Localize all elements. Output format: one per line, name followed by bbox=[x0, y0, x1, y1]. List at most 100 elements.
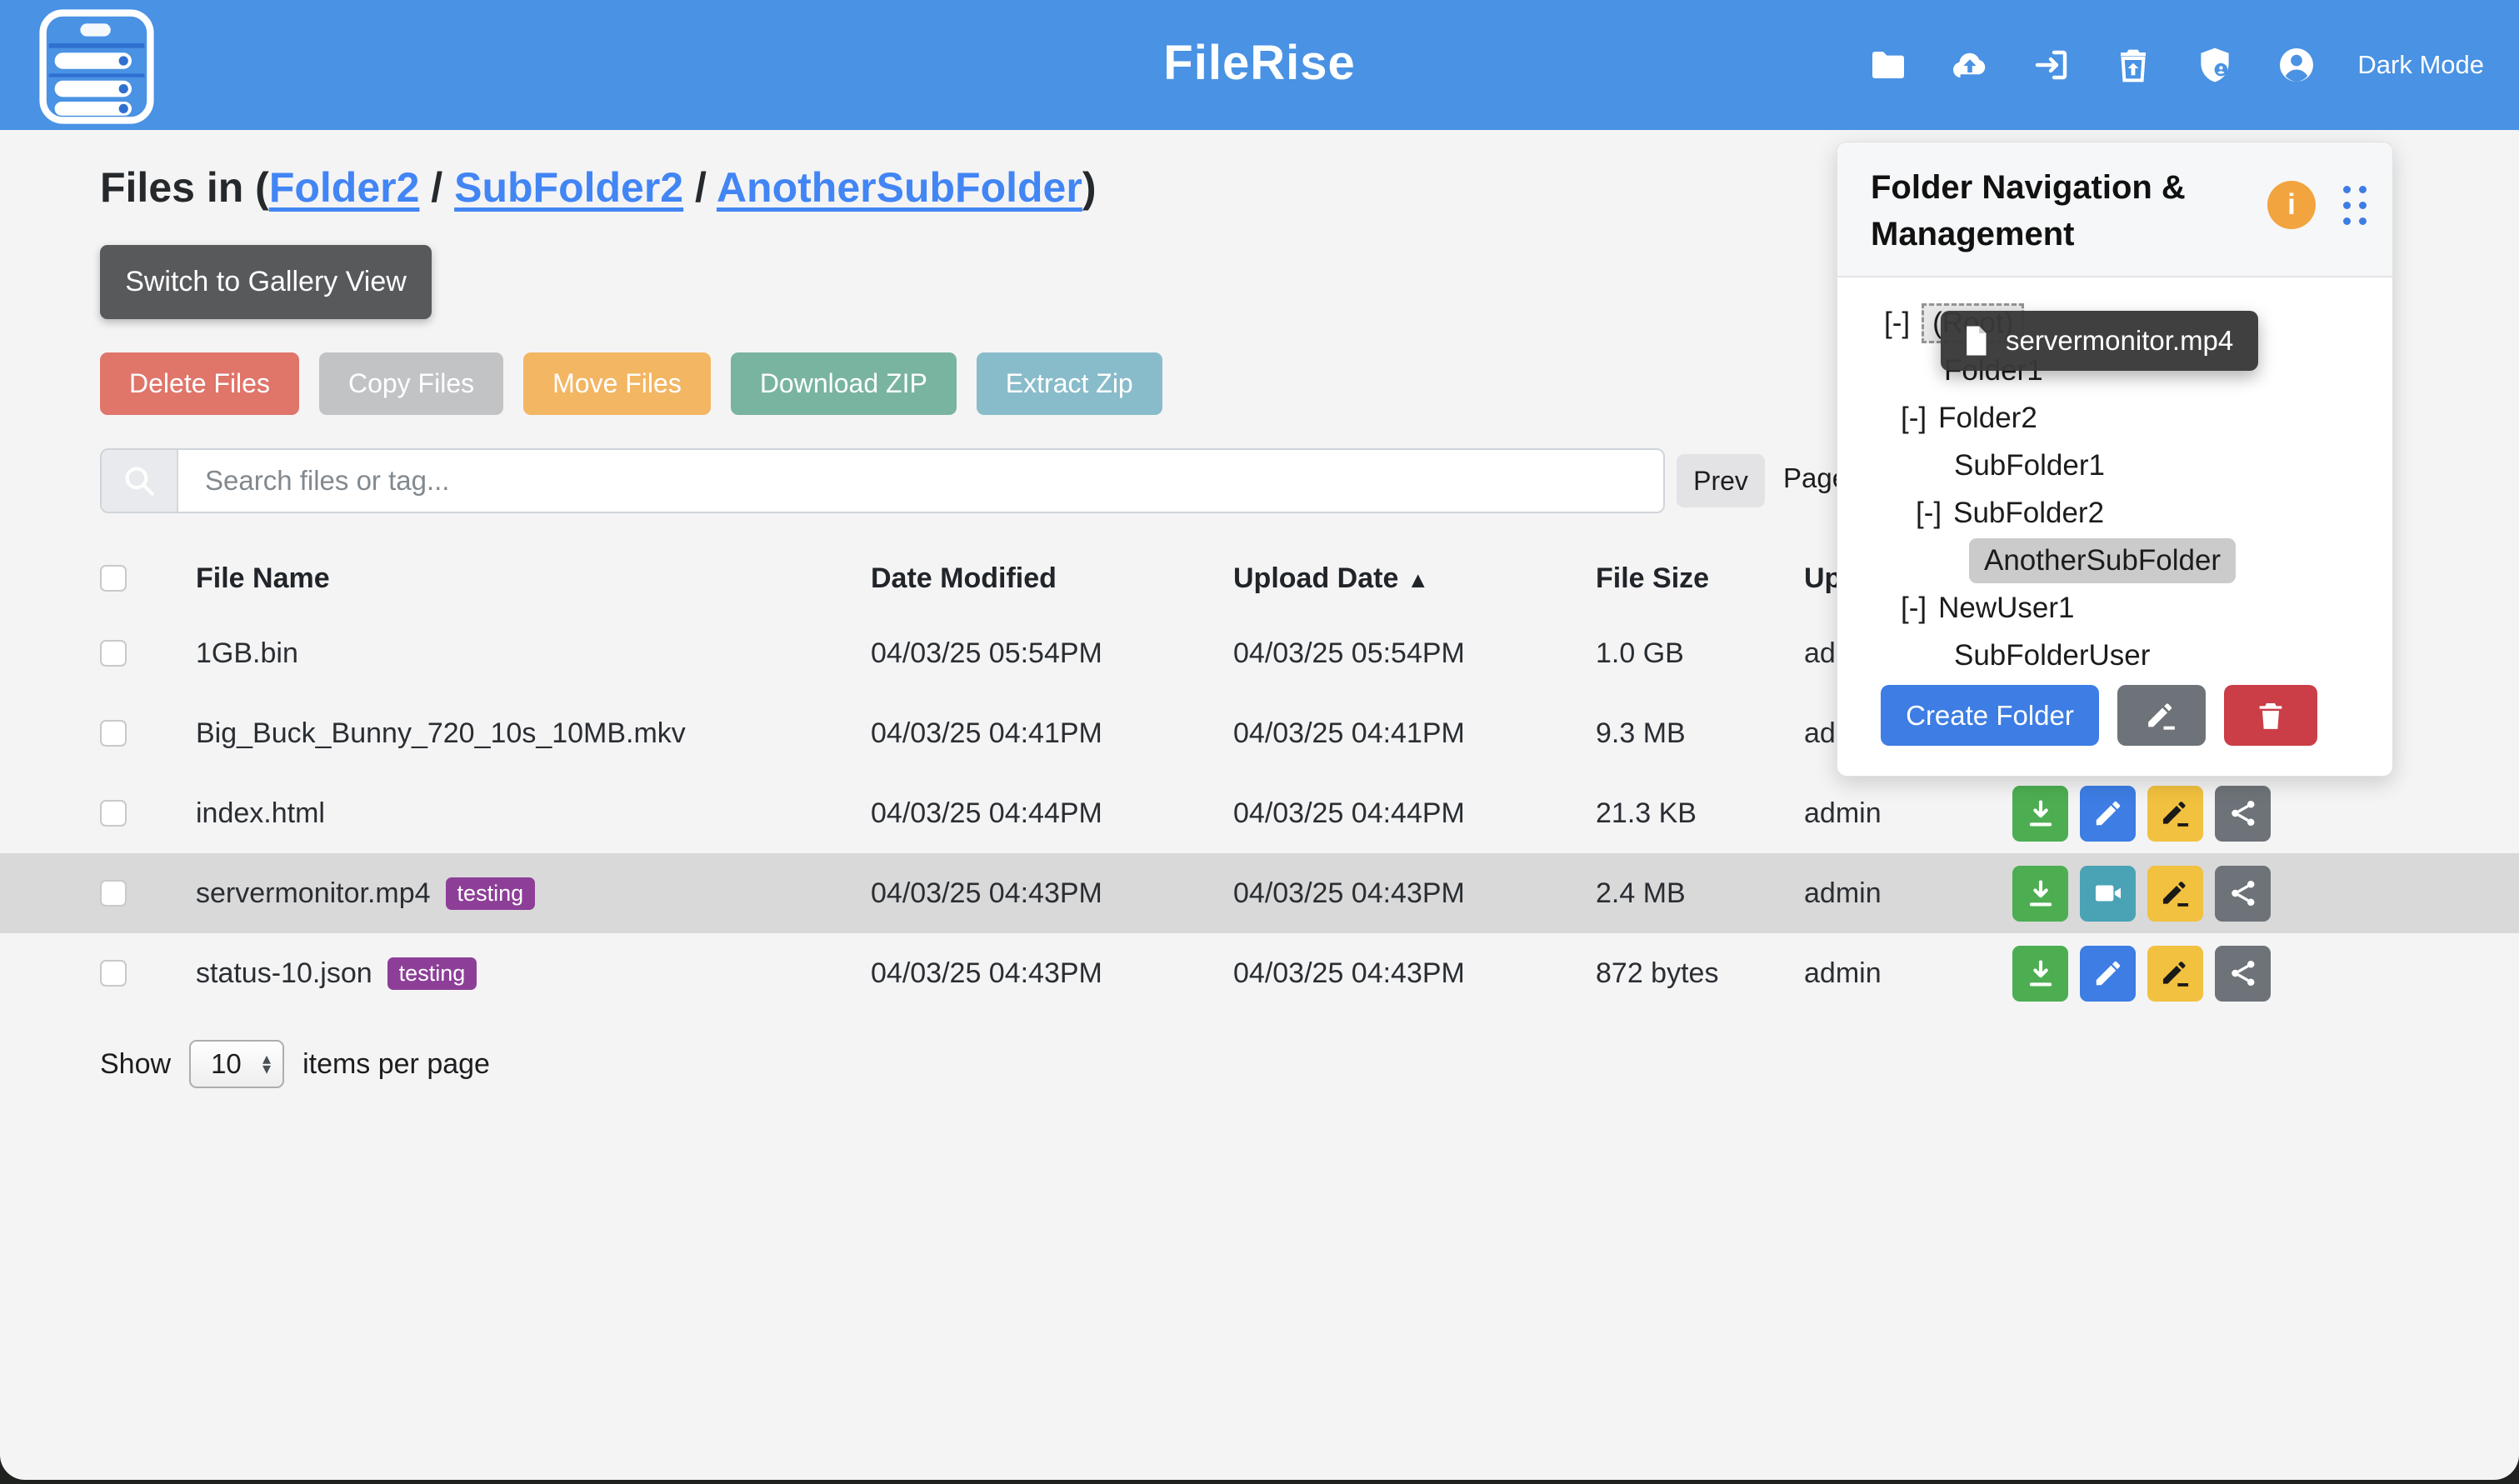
tree-item-subfolderuser[interactable]: SubFolderUser bbox=[1837, 632, 2392, 679]
breadcrumb-separator: / bbox=[419, 164, 454, 211]
select-all-checkbox[interactable] bbox=[100, 565, 127, 592]
edit-button[interactable] bbox=[2080, 786, 2136, 842]
collapse-toggle[interactable]: [-] bbox=[1901, 592, 1927, 625]
share-button[interactable] bbox=[2215, 786, 2271, 842]
rename-tag-button[interactable] bbox=[2147, 866, 2203, 922]
tree-item-anothersubfolder-selected[interactable]: AnotherSubFolder bbox=[1837, 537, 2392, 584]
file-name[interactable]: index.html bbox=[196, 797, 325, 830]
delete-files-button[interactable]: Delete Files bbox=[100, 352, 299, 415]
folder-tree: [-] (Root) Folder1 [-] Folder2 SubFolder… bbox=[1837, 277, 2392, 679]
upload-date: 04/03/25 05:54PM bbox=[1233, 637, 1596, 670]
rename-folder-button[interactable] bbox=[2117, 685, 2206, 746]
download-button[interactable] bbox=[2012, 786, 2068, 842]
breadcrumb-link-folder2[interactable]: Folder2 bbox=[269, 164, 420, 211]
tree-label[interactable]: SubFolderUser bbox=[1954, 639, 2150, 672]
table-row-status-json[interactable]: status-10.json testing 04/03/25 04:43PM … bbox=[0, 933, 2519, 1013]
rename-tag-button[interactable] bbox=[2147, 786, 2203, 842]
drag-ghost-filename: servermonitor.mp4 bbox=[2006, 325, 2233, 357]
switch-gallery-view-button[interactable]: Switch to Gallery View bbox=[100, 245, 432, 319]
date-modified: 04/03/25 04:43PM bbox=[871, 957, 1233, 990]
tree-label[interactable]: SubFolder2 bbox=[1953, 497, 2104, 530]
dark-mode-toggle[interactable]: Dark Mode bbox=[2357, 50, 2484, 80]
extract-zip-button[interactable]: Extract Zip bbox=[977, 352, 1162, 415]
search-box bbox=[100, 448, 1665, 513]
create-folder-button[interactable]: Create Folder bbox=[1881, 685, 2099, 746]
row-actions bbox=[2012, 786, 2519, 842]
row-checkbox[interactable] bbox=[100, 800, 127, 827]
admin-shield-icon[interactable] bbox=[2194, 44, 2236, 86]
table-row-servermonitor-selected[interactable]: servermonitor.mp4 testing 04/03/25 04:43… bbox=[0, 853, 2519, 933]
tree-label[interactable]: SubFolder1 bbox=[1954, 449, 2105, 482]
play-video-button[interactable] bbox=[2080, 866, 2136, 922]
rename-tag-button[interactable] bbox=[2147, 946, 2203, 1002]
select-arrows-icon: ▴▾ bbox=[262, 1054, 271, 1075]
items-per-page: Show 10 ▴▾ items per page bbox=[100, 1040, 490, 1088]
restore-trash-icon[interactable] bbox=[2112, 44, 2154, 86]
file-name[interactable]: status-10.json bbox=[196, 957, 372, 990]
file-name[interactable]: Big_Buck_Bunny_720_10s_10MB.mkv bbox=[196, 717, 686, 750]
share-button[interactable] bbox=[2215, 946, 2271, 1002]
info-icon[interactable]: i bbox=[2267, 181, 2316, 229]
items-per-page-label: items per page bbox=[302, 1048, 490, 1081]
col-upload-date[interactable]: Upload Date▲ bbox=[1233, 562, 1596, 595]
download-zip-button[interactable]: Download ZIP bbox=[731, 352, 957, 415]
search-input[interactable] bbox=[178, 450, 1663, 512]
per-page-value: 10 bbox=[211, 1048, 256, 1080]
tree-label-selected[interactable]: AnotherSubFolder bbox=[1969, 538, 2236, 583]
drag-handle-icon[interactable] bbox=[2343, 186, 2367, 226]
tree-item-newuser1[interactable]: [-] NewUser1 bbox=[1837, 584, 2392, 632]
date-modified: 04/03/25 04:41PM bbox=[871, 717, 1233, 750]
breadcrumb-link-anothersubfolder[interactable]: AnotherSubFolder bbox=[717, 164, 1082, 211]
rename-pen-icon bbox=[2145, 699, 2178, 732]
file-name[interactable]: servermonitor.mp4 bbox=[196, 877, 431, 910]
upload-date: 04/03/25 04:43PM bbox=[1233, 957, 1596, 990]
upload-cloud-icon[interactable] bbox=[1949, 44, 1991, 86]
tree-item-subfolder1[interactable]: SubFolder1 bbox=[1837, 442, 2392, 489]
col-file-name[interactable]: File Name bbox=[196, 562, 871, 595]
tree-item-subfolder2[interactable]: [-] SubFolder2 bbox=[1837, 489, 2392, 537]
share-button[interactable] bbox=[2215, 866, 2271, 922]
upload-date: 04/03/25 04:43PM bbox=[1233, 877, 1596, 910]
app-window: FileRise Dark Mode Files in (Fo bbox=[0, 0, 2519, 1480]
per-page-select[interactable]: 10 ▴▾ bbox=[189, 1040, 284, 1088]
row-checkbox[interactable] bbox=[100, 960, 127, 987]
download-button[interactable] bbox=[2012, 866, 2068, 922]
file-size: 9.3 MB bbox=[1596, 717, 1804, 750]
move-files-button[interactable]: Move Files bbox=[523, 352, 711, 415]
bulk-actions: Delete Files Copy Files Move Files Downl… bbox=[100, 352, 1162, 415]
edit-button[interactable] bbox=[2080, 946, 2136, 1002]
file-size: 2.4 MB bbox=[1596, 877, 1804, 910]
row-checkbox[interactable] bbox=[100, 720, 127, 747]
collapse-toggle[interactable]: [-] bbox=[1884, 307, 1910, 340]
tree-item-folder2[interactable]: [-] Folder2 bbox=[1837, 394, 2392, 442]
folder-icon[interactable] bbox=[1867, 44, 1909, 86]
file-name[interactable]: 1GB.bin bbox=[196, 637, 298, 670]
top-bar: FileRise Dark Mode bbox=[0, 0, 2519, 130]
breadcrumb-prefix: Files in ( bbox=[100, 164, 269, 211]
col-file-size[interactable]: File Size bbox=[1596, 562, 1804, 595]
delete-folder-button[interactable] bbox=[2224, 685, 2317, 746]
prev-page-button[interactable]: Prev bbox=[1677, 454, 1765, 507]
account-icon[interactable] bbox=[2276, 44, 2317, 86]
upload-date: 04/03/25 04:41PM bbox=[1233, 717, 1596, 750]
show-label: Show bbox=[100, 1048, 171, 1081]
date-modified: 04/03/25 05:54PM bbox=[871, 637, 1233, 670]
collapse-toggle[interactable]: [-] bbox=[1901, 402, 1927, 435]
tree-label[interactable]: NewUser1 bbox=[1938, 592, 2074, 625]
download-button[interactable] bbox=[2012, 946, 2068, 1002]
row-checkbox[interactable] bbox=[100, 880, 127, 907]
collapse-toggle[interactable]: [-] bbox=[1916, 497, 1942, 530]
copy-files-button[interactable]: Copy Files bbox=[319, 352, 503, 415]
filerise-logo[interactable] bbox=[38, 8, 155, 122]
folder-navigation-panel: Folder Navigation & Management i [-] (Ro… bbox=[1837, 142, 2393, 777]
upload-date: 04/03/25 04:44PM bbox=[1233, 797, 1596, 830]
sign-in-icon[interactable] bbox=[2031, 44, 2072, 86]
table-row-index-html[interactable]: index.html 04/03/25 04:44PM 04/03/25 04:… bbox=[0, 773, 2519, 853]
tree-label[interactable]: Folder2 bbox=[1938, 402, 2037, 435]
folder-panel-actions: Create Folder bbox=[1881, 685, 2317, 746]
tag-badge: testing bbox=[446, 877, 536, 910]
file-size: 872 bytes bbox=[1596, 957, 1804, 990]
row-checkbox[interactable] bbox=[100, 640, 127, 667]
breadcrumb-link-subfolder2[interactable]: SubFolder2 bbox=[454, 164, 683, 211]
col-date-modified[interactable]: Date Modified bbox=[871, 562, 1233, 595]
